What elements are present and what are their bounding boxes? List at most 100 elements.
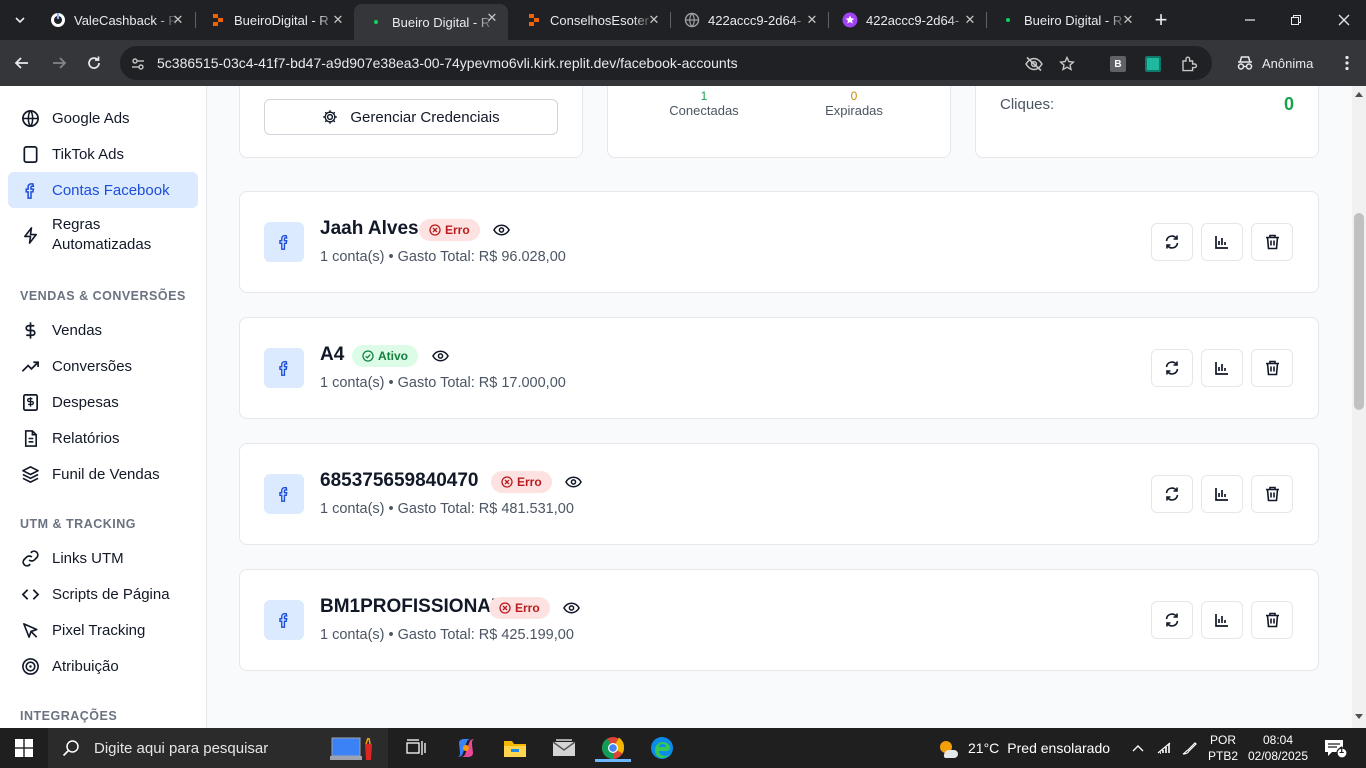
browser-tab[interactable]: ValeCashback - R ✕ (36, 6, 194, 34)
new-tab-button[interactable]: + (1149, 7, 1173, 32)
windows-logo-icon (15, 739, 33, 757)
minimize-button[interactable] (1238, 8, 1262, 32)
eye-icon[interactable] (564, 474, 582, 490)
task-view-button[interactable] (396, 734, 436, 762)
close-icon[interactable]: ✕ (484, 10, 500, 26)
delete-button[interactable] (1251, 349, 1293, 387)
cursor-icon (20, 620, 40, 640)
refresh-button[interactable] (1151, 475, 1193, 513)
back-button[interactable] (8, 49, 36, 77)
sidebar-item-tiktok-ads[interactable]: TikTok Ads (8, 136, 198, 172)
trash-icon (1265, 612, 1279, 628)
globe-icon (20, 108, 40, 128)
copilot-icon (458, 739, 474, 757)
sidebar-item-links-utm[interactable]: Links UTM (8, 540, 198, 576)
address-bar[interactable]: 5c386515-03c4-41f7-bd47-a9d907e38ea3-00-… (120, 46, 1212, 80)
refresh-button[interactable] (1151, 223, 1193, 261)
trash-icon (1265, 234, 1279, 250)
eye-icon[interactable] (562, 600, 580, 616)
stats-button[interactable] (1201, 349, 1243, 387)
zap-icon (20, 225, 40, 245)
close-icon[interactable]: ✕ (1120, 12, 1136, 28)
close-icon[interactable]: ✕ (646, 12, 662, 28)
star-bookmark-icon[interactable] (1057, 54, 1077, 74)
stats-button[interactable] (1201, 475, 1243, 513)
section-title-sales: VENDAS & CONVERSÕES (20, 289, 186, 303)
browser-menu-button[interactable] (1333, 49, 1361, 77)
sidebar-item-regras-automatizadas[interactable]: Regras Automatizadas (8, 211, 198, 259)
delete-button[interactable] (1251, 223, 1293, 261)
taskbar-search[interactable]: Digite aqui para pesquisar (48, 728, 388, 768)
delete-button[interactable] (1251, 601, 1293, 639)
link-icon (20, 548, 40, 568)
refresh-button[interactable] (1151, 349, 1193, 387)
sidebar-item-relatorios[interactable]: Relatórios (8, 420, 198, 456)
reload-button[interactable] (80, 49, 108, 77)
close-icon[interactable]: ✕ (170, 12, 186, 28)
close-icon[interactable]: ✕ (962, 12, 978, 28)
tray-expand-button[interactable] (1126, 734, 1150, 762)
network-button[interactable] (1152, 734, 1176, 762)
close-icon[interactable]: ✕ (804, 12, 820, 28)
start-button[interactable] (4, 734, 44, 762)
browser-tab[interactable]: ConselhosEsoter ✕ (512, 6, 670, 34)
weather-widget[interactable]: 21°C Pred ensolarado (936, 734, 1116, 762)
eye-off-icon[interactable] (1024, 54, 1044, 74)
file-explorer-button[interactable] (495, 734, 535, 762)
chrome-button[interactable] (593, 734, 633, 762)
stats-button[interactable] (1201, 223, 1243, 261)
sidebar-item-despesas[interactable]: Despesas (8, 384, 198, 420)
eye-icon[interactable] (492, 222, 510, 238)
check-circle-icon (362, 350, 374, 362)
stats-button[interactable] (1201, 601, 1243, 639)
close-window-button[interactable] (1332, 8, 1356, 32)
pen-button[interactable] (1178, 734, 1202, 762)
app-viewport: Google Ads TikTok Ads Contas Facebook Re… (0, 86, 1366, 728)
copilot-button[interactable] (446, 734, 486, 762)
notifications-button[interactable]: 1 (1316, 734, 1356, 762)
scroll-down-icon[interactable] (1355, 714, 1363, 719)
browser-tab[interactable]: 422accc9-2d64- ✕ (828, 6, 986, 34)
refresh-button[interactable] (1151, 601, 1193, 639)
forward-button[interactable] (45, 49, 73, 77)
profile-label: Anônima (1262, 55, 1314, 71)
browser-tab[interactable]: BueiroDigital - R ✕ (196, 6, 354, 34)
connections-card: 1 Conectadas 0 Expiradas (607, 86, 951, 158)
restore-button[interactable] (1284, 8, 1308, 32)
browser-tab[interactable]: Bueiro Digital - R ✕ (986, 6, 1144, 34)
puzzle-icon[interactable] (1179, 54, 1199, 74)
sidebar-item-funil-de-vendas[interactable]: Funil de Vendas (8, 456, 198, 492)
sidebar-item-atribuicao[interactable]: Atribuição (8, 648, 198, 684)
language-indicator[interactable]: POR PTB2 (1206, 732, 1240, 764)
code-icon (20, 584, 40, 604)
active-indicator (595, 759, 631, 762)
sidebar-item-scripts-de-pagina[interactable]: Scripts de Página (8, 576, 198, 612)
expired-value: 0 (850, 89, 858, 103)
sidebar-item-contas-facebook[interactable]: Contas Facebook (8, 172, 198, 208)
clock[interactable]: 08:04 02/08/2025 (1244, 732, 1312, 764)
sidebar-item-google-ads[interactable]: Google Ads (8, 100, 198, 136)
clicks-card: Cliques: 0 (975, 86, 1319, 158)
mail-button[interactable] (544, 734, 584, 762)
receipt-icon (20, 392, 40, 412)
extension-b-icon[interactable]: B (1108, 54, 1128, 74)
incognito-profile[interactable]: Anônima (1236, 49, 1313, 77)
eye-icon[interactable] (431, 348, 449, 364)
page-scrollbar[interactable] (1352, 86, 1366, 728)
sidebar-item-conversoes[interactable]: Conversões (8, 348, 198, 384)
delete-button[interactable] (1251, 475, 1293, 513)
scroll-up-icon[interactable] (1355, 92, 1363, 97)
tab-search-button[interactable] (8, 8, 32, 32)
scroll-thumb[interactable] (1354, 213, 1364, 410)
extension-green-icon[interactable] (1143, 54, 1163, 74)
browser-tab-active[interactable]: Bueiro Digital - R ✕ (354, 4, 508, 40)
close-icon[interactable]: ✕ (330, 12, 346, 28)
browser-toolbar: 5c386515-03c4-41f7-bd47-a9d907e38ea3-00-… (0, 40, 1366, 86)
manage-credentials-button[interactable]: Gerenciar Credenciais (264, 99, 558, 135)
sidebar-item-vendas[interactable]: Vendas (8, 312, 198, 348)
sidebar-item-pixel-tracking[interactable]: Pixel Tracking (8, 612, 198, 648)
x-circle-icon (501, 476, 513, 488)
browser-tab[interactable]: 422accc9-2d64- ✕ (670, 6, 828, 34)
site-info-icon[interactable] (128, 54, 148, 74)
edge-button[interactable] (642, 734, 682, 762)
